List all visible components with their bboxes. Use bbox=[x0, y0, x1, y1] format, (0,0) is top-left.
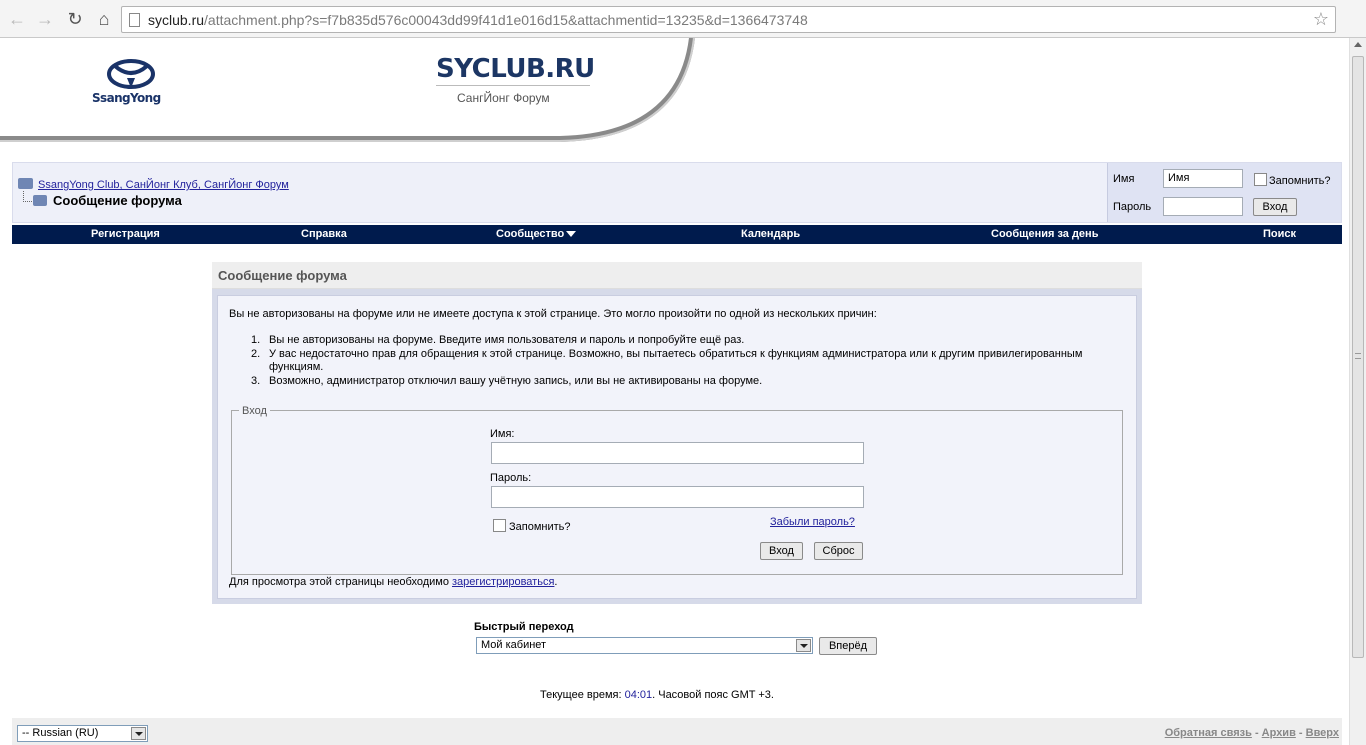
nav-register[interactable]: Регистрация bbox=[91, 228, 160, 240]
form-username-input[interactable] bbox=[491, 442, 864, 464]
back-arrow-icon[interactable]: ← bbox=[6, 8, 28, 30]
ssangyong-emblem-icon[interactable] bbox=[105, 58, 157, 90]
reasons-list: 1. Вы не авторизованы на форуме. Введите … bbox=[251, 334, 1111, 389]
list-item: 1. Вы не авторизованы на форуме. Введите … bbox=[251, 334, 745, 346]
scroll-up-arrow-icon[interactable] bbox=[1354, 42, 1362, 47]
quick-nav-selected: Мой кабинет bbox=[481, 639, 547, 651]
message-panel: Сообщение форума Вы не авторизованы на ф… bbox=[212, 262, 1142, 604]
browser-toolbar: ← → ↻ ⌂ syclub.ru/attachment.php?s=f7b83… bbox=[0, 0, 1366, 38]
footer-top-link[interactable]: Вверх bbox=[1306, 727, 1339, 739]
site-subtitle: СангЙонг Форум bbox=[457, 91, 550, 105]
address-bar[interactable]: syclub.ru/attachment.php?s=f7b835d576c00… bbox=[121, 6, 1336, 33]
fieldset-legend: Вход bbox=[239, 405, 270, 417]
quick-nav-go-button[interactable]: Вперёд bbox=[819, 637, 877, 655]
page-scrollbar[interactable] bbox=[1349, 38, 1366, 745]
message-header: Сообщение форума bbox=[212, 262, 1142, 289]
nav-search[interactable]: Поиск bbox=[1263, 228, 1296, 240]
remember-label: Запомнить? bbox=[1269, 175, 1331, 187]
page-icon bbox=[129, 13, 140, 27]
folder-open-icon bbox=[33, 195, 47, 206]
register-notice: Для просмотра этой страницы необходимо з… bbox=[229, 576, 558, 588]
chevron-down-icon[interactable] bbox=[131, 727, 146, 740]
footer-links: Обратная связь - Архив - Вверх bbox=[1164, 727, 1339, 739]
username-input[interactable]: Имя bbox=[1163, 169, 1243, 188]
divider bbox=[436, 85, 590, 86]
nav-todays-posts[interactable]: Сообщения за день bbox=[991, 228, 1098, 240]
chevron-down-icon bbox=[566, 231, 577, 238]
current-time: Текущее время: 04:01. Часовой пояс GMT +… bbox=[540, 689, 774, 701]
form-password-label: Пароль: bbox=[490, 472, 532, 484]
scroll-thumb[interactable] bbox=[1352, 56, 1364, 658]
page-footer: -- Russian (RU) Обратная связь - Архив -… bbox=[12, 718, 1342, 745]
forward-arrow-icon[interactable]: → bbox=[34, 8, 56, 30]
tree-connector bbox=[23, 191, 32, 202]
register-link[interactable]: зарегистрироваться bbox=[452, 576, 554, 588]
password-input[interactable] bbox=[1163, 197, 1243, 216]
form-username-label: Имя: bbox=[490, 428, 515, 440]
url-text[interactable]: syclub.ru/attachment.php?s=f7b835d576c00… bbox=[148, 12, 808, 28]
language-select[interactable]: -- Russian (RU) bbox=[17, 725, 148, 742]
chevron-down-icon[interactable] bbox=[796, 639, 811, 652]
nav-help[interactable]: Справка bbox=[301, 228, 347, 240]
password-label: Пароль bbox=[1113, 201, 1152, 213]
footer-archive-link[interactable]: Архив bbox=[1262, 727, 1296, 739]
header-login-form: Имя Имя Запомнить? Пароль Вход bbox=[1107, 163, 1341, 222]
list-item: 3. Возможно, администратор отключил вашу … bbox=[251, 375, 763, 387]
nav-calendar[interactable]: Календарь bbox=[741, 228, 800, 240]
folder-icon bbox=[18, 178, 33, 189]
remember-checkbox[interactable] bbox=[1254, 173, 1267, 186]
username-label: Имя bbox=[1113, 173, 1135, 185]
brand-logo-text[interactable]: SsangYong bbox=[92, 91, 161, 105]
quick-nav-label: Быстрый переход bbox=[474, 621, 574, 633]
site-name[interactable]: SYCLUB.RU bbox=[436, 54, 595, 84]
main-navbar: Регистрация Справка Сообщество Календарь… bbox=[12, 225, 1342, 244]
breadcrumb: SsangYong Club, СанЙонг Клуб, СангЙонг Ф… bbox=[12, 162, 1342, 223]
bookmark-star-icon[interactable]: ☆ bbox=[1313, 9, 1329, 30]
page-title: Сообщение форума bbox=[53, 193, 182, 208]
login-fieldset: Вход Имя: Пароль: Запомнить? Забыли паро… bbox=[231, 405, 1123, 575]
breadcrumb-root-link[interactable]: SsangYong Club, СанЙонг Клуб, СангЙонг Ф… bbox=[38, 179, 289, 191]
form-reset-button[interactable]: Сброс bbox=[814, 542, 863, 560]
message-body: Вы не авторизованы на форуме или не имее… bbox=[217, 295, 1137, 599]
message-title: Сообщение форума bbox=[218, 268, 347, 283]
quick-nav-select[interactable]: Мой кабинет bbox=[476, 637, 813, 654]
list-item: 2. У вас недостаточно прав для обращения … bbox=[251, 348, 1083, 373]
nav-community[interactable]: Сообщество bbox=[496, 228, 577, 240]
site-header: SsangYong SYCLUB.RU СангЙонг Форум bbox=[0, 38, 1349, 148]
language-selected: -- Russian (RU) bbox=[22, 727, 99, 739]
home-icon[interactable]: ⌂ bbox=[93, 8, 115, 30]
forgot-password-link[interactable]: Забыли пароль? bbox=[770, 516, 855, 528]
reload-icon[interactable]: ↻ bbox=[64, 8, 86, 30]
nav-community-label: Сообщество bbox=[496, 228, 565, 240]
form-remember-checkbox[interactable] bbox=[493, 519, 506, 532]
login-button[interactable]: Вход bbox=[1253, 198, 1297, 216]
message-intro: Вы не авторизованы на форуме или не имее… bbox=[229, 308, 877, 320]
form-remember-label: Запомнить? bbox=[509, 521, 571, 533]
form-password-input[interactable] bbox=[491, 486, 864, 508]
form-login-button[interactable]: Вход bbox=[760, 542, 803, 560]
footer-feedback-link[interactable]: Обратная связь bbox=[1165, 727, 1252, 739]
